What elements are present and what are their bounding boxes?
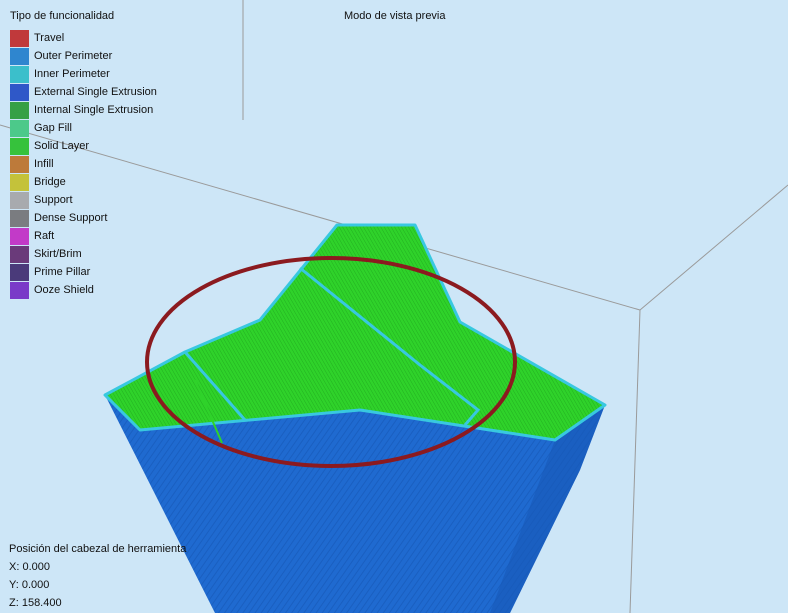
tool-position-z: Z: 158.400: [9, 597, 62, 609]
legend-label: Raft: [34, 230, 55, 242]
tool-position-title: Posición del cabezal de herramienta: [9, 543, 187, 555]
legend-item: Ooze Shield: [10, 281, 157, 299]
legend-item: Support: [10, 191, 157, 209]
legend-label: External Single Extrusion: [34, 86, 157, 98]
legend-item: External Single Extrusion: [10, 83, 157, 101]
legend-swatch: [10, 263, 29, 281]
legend-swatch: [10, 155, 29, 173]
legend-label: Infill: [34, 158, 54, 170]
legend-swatch: [10, 47, 29, 65]
legend-label: Ooze Shield: [34, 284, 94, 296]
legend-swatch: [10, 281, 29, 299]
legend-item: Infill: [10, 155, 157, 173]
legend-swatch: [10, 191, 29, 209]
legend-item: Solid Layer: [10, 137, 157, 155]
legend-item: Dense Support: [10, 209, 157, 227]
legend-label: Travel: [34, 32, 65, 44]
tool-position-panel: Posición del cabezal de herramienta X: 0…: [9, 540, 186, 612]
legend-label: Bridge: [34, 176, 66, 188]
legend-label: Internal Single Extrusion: [34, 104, 154, 116]
legend-label: Skirt/Brim: [34, 248, 82, 260]
legend-item: Raft: [10, 227, 157, 245]
legend-swatch: [10, 65, 29, 83]
legend-swatch: [10, 137, 29, 155]
legend-title: Tipo de funcionalidad: [10, 10, 115, 22]
legend-label: Prime Pillar: [34, 266, 91, 278]
legend-item: Bridge: [10, 173, 157, 191]
tool-position-y: Y: 0.000: [9, 579, 50, 591]
legend-swatch: [10, 209, 29, 227]
legend-swatch: [10, 119, 29, 137]
legend-label: Support: [34, 194, 73, 206]
preview-mode-title: Modo de vista previa: [344, 10, 446, 22]
legend-item: Internal Single Extrusion: [10, 101, 157, 119]
legend-item: Travel: [10, 29, 157, 47]
legend-item: Gap Fill: [10, 119, 157, 137]
legend-label: Gap Fill: [34, 122, 72, 134]
legend-label: Inner Perimeter: [34, 68, 110, 80]
legend-swatch: [10, 83, 29, 101]
legend-swatch: [10, 173, 29, 191]
legend-item: Inner Perimeter: [10, 65, 157, 83]
legend-item: Prime Pillar: [10, 263, 157, 281]
legend-item: Skirt/Brim: [10, 245, 157, 263]
legend-swatch: [10, 29, 29, 47]
legend-swatch: [10, 245, 29, 263]
legend-label: Outer Perimeter: [34, 50, 113, 62]
legend-swatch: [10, 227, 29, 245]
feature-legend: Travel Outer Perimeter Inner Perimeter Exte…: [10, 29, 157, 299]
legend-label: Solid Layer: [34, 140, 90, 152]
legend-label: Dense Support: [34, 212, 108, 224]
legend-item: Outer Perimeter: [10, 47, 157, 65]
legend-swatch: [10, 101, 29, 119]
tool-position-x: X: 0.000: [9, 561, 50, 573]
